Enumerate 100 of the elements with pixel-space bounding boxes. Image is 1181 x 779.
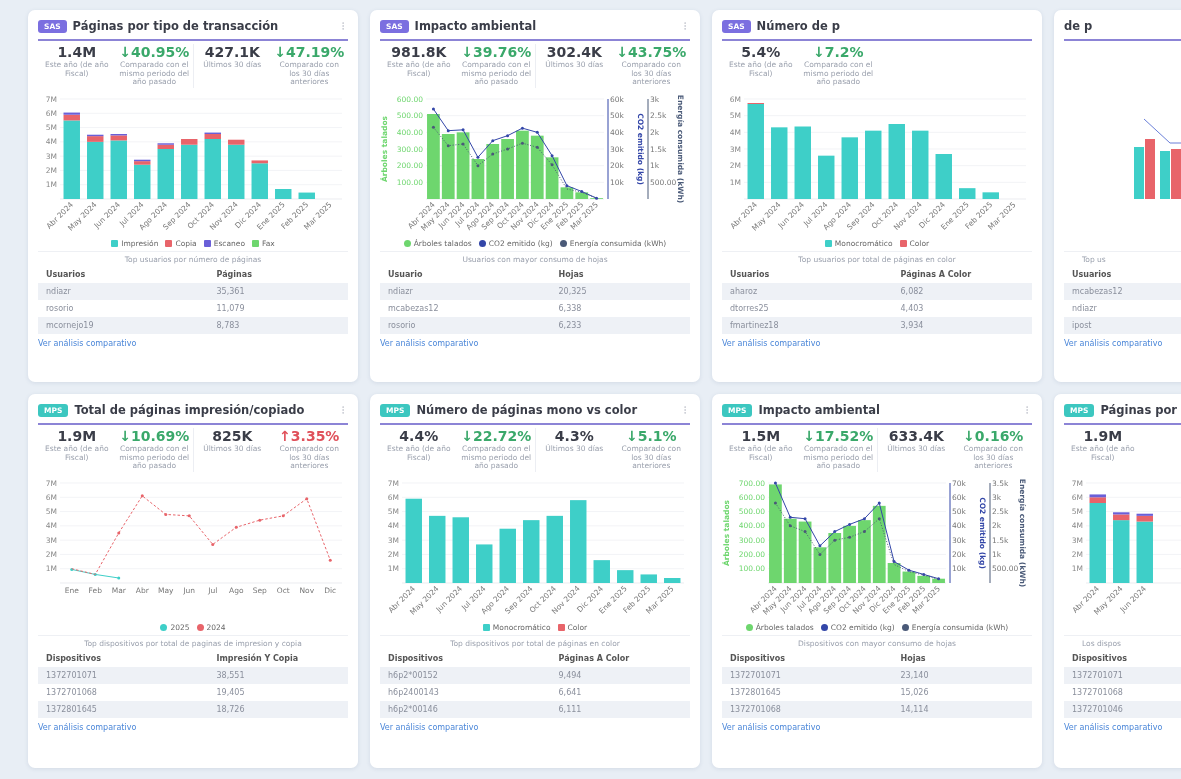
column-header: Usuarios	[1072, 270, 1113, 279]
table-cell-text: mcabezas12	[388, 304, 440, 313]
stat-value: 633.4K	[888, 428, 944, 444]
table-cell-text: rosorio	[388, 321, 417, 330]
comparison-link[interactable]: Ver análisis comparativo	[1064, 723, 1163, 732]
stat-value: ↓22.72%	[461, 428, 532, 444]
data-point	[535, 145, 539, 149]
card-title: Número de p	[756, 19, 842, 33]
table-cell-text: 14,114	[900, 705, 930, 714]
card-title: Impacto ambiental	[414, 19, 538, 33]
table-cell-text: 20,325	[558, 287, 588, 296]
table-cell-text: 1372701071	[730, 671, 782, 680]
data-point	[818, 552, 822, 556]
comparison-link[interactable]: Ver análisis comparativo	[380, 723, 479, 732]
data-point	[788, 524, 792, 528]
data-point	[117, 531, 121, 535]
data-point	[773, 481, 777, 485]
comparison-link[interactable]: Ver análisis comparativo	[38, 723, 137, 732]
table-cell-text: dtorres25	[730, 304, 770, 313]
data-point	[491, 139, 495, 143]
table-cell-text: h6p2*00146	[388, 705, 439, 714]
data-point	[446, 144, 450, 148]
column-header: Impresión Y Copia	[216, 654, 300, 663]
table-cell-text: 1372701068	[1072, 688, 1124, 697]
column-header: Usuarios	[46, 270, 87, 279]
data-point	[506, 147, 510, 151]
card-title: Número de páginas mono vs color	[416, 403, 639, 417]
data-point	[476, 155, 480, 159]
column-header: Dispositivos	[388, 654, 444, 663]
data-point	[328, 558, 332, 562]
data-point	[305, 497, 309, 501]
data-point	[520, 141, 524, 145]
stat-value: ↓0.16%	[963, 428, 1024, 444]
column-header: Dispositivos	[730, 654, 786, 663]
stat-value: ↓43.75%	[616, 44, 687, 60]
table-cell-text: h6p2*00152	[388, 671, 439, 680]
stat-value: ↓40.95%	[119, 44, 190, 60]
stat-value: 5.4%	[741, 44, 781, 60]
table-cell-text: 19,405	[216, 688, 246, 697]
stat-value: 302.4K	[546, 44, 602, 60]
stat-value: 1.5M	[741, 428, 781, 444]
table-cell-text: ndiazr	[1072, 304, 1098, 313]
table-cell-text: 3,934	[900, 321, 925, 330]
stat-value: ↓17.52%	[803, 428, 874, 444]
stat-value: 825K	[212, 428, 253, 444]
data-point	[788, 515, 792, 519]
data-point	[93, 572, 97, 576]
data-point	[70, 567, 74, 571]
table-cell-text: 11,079	[216, 304, 246, 313]
table-cell-text: 8,783	[216, 321, 241, 330]
stat-value: ↓7.2%	[812, 44, 864, 60]
column-header: Dispositivos	[46, 654, 102, 663]
stat-value: ↑3.35%	[279, 428, 340, 444]
data-point	[862, 530, 866, 534]
data-point	[580, 190, 584, 193]
data-point	[491, 152, 495, 156]
table-cell-text: 6,233	[558, 321, 583, 330]
card-title: de p	[1064, 19, 1094, 33]
card-title: Páginas por	[1100, 403, 1179, 417]
table-cell-text: 1372701068	[46, 688, 98, 697]
data-point	[877, 517, 881, 521]
card-title: Total de páginas impresión/copiado	[74, 403, 306, 417]
table-cell-text: 38,551	[216, 671, 246, 680]
stat-value: ↓10.69%	[119, 428, 190, 444]
stat-value: ↓39.76%	[461, 44, 532, 60]
stat-value: ↓47.19%	[274, 44, 345, 60]
comparison-link[interactable]: Ver análisis comparativo	[38, 339, 137, 348]
table-cell-text: h6p2400143	[388, 688, 440, 697]
table-cell-text: 18,726	[216, 705, 246, 714]
table-cell-text: fmartinez18	[730, 321, 780, 330]
comparison-link[interactable]: Ver análisis comparativo	[722, 723, 821, 732]
table-cell-text: 1372701068	[730, 705, 782, 714]
data-point	[773, 501, 777, 505]
data-point	[595, 196, 599, 200]
table-cell-text: 6,111	[558, 705, 583, 714]
card-title: Páginas por tipo de transacción	[72, 19, 280, 33]
table-cell-text: aharoz	[730, 287, 759, 296]
data-point	[140, 494, 144, 498]
data-point	[535, 130, 539, 134]
comparison-link[interactable]: Ver análisis comparativo	[380, 339, 479, 348]
data-point	[892, 560, 896, 564]
column-header: Usuario	[388, 270, 424, 279]
column-header: Dispositivos	[1072, 654, 1128, 663]
table-cell-text: 35,361	[216, 287, 246, 296]
table-cell-text: ipost	[1072, 321, 1093, 330]
table-cell-text: 6,082	[900, 287, 925, 296]
data-point	[164, 512, 168, 516]
table-cell-text: 6,641	[558, 688, 583, 697]
table-cell-text: 1372701071	[1072, 671, 1124, 680]
data-point	[187, 514, 191, 518]
comparison-link[interactable]: Ver análisis comparativo	[1064, 339, 1163, 348]
table-cell-text: rosorio	[46, 304, 75, 313]
stat-value: 4.4%	[399, 428, 439, 444]
data-point	[818, 544, 822, 548]
stat-value: ↓5.1%	[625, 428, 677, 444]
data-point	[431, 125, 435, 129]
comparison-link[interactable]: Ver análisis comparativo	[722, 339, 821, 348]
stat-value: 981.8K	[391, 44, 447, 60]
table-cell-text: 4,403	[900, 304, 925, 313]
stat-value: 427.1K	[204, 44, 260, 60]
